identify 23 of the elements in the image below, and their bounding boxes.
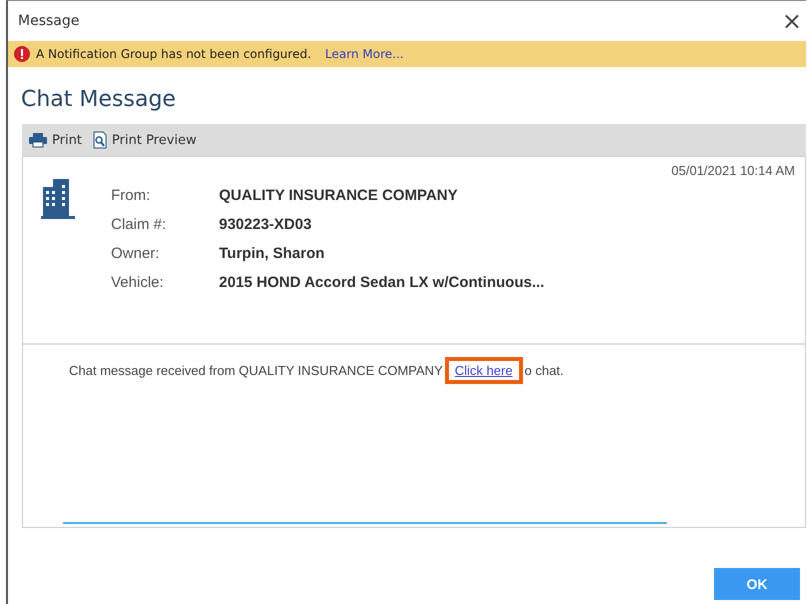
click-here-link[interactable]: Click here <box>454 363 513 378</box>
field-label: Vehicle: <box>111 274 165 291</box>
message-text: o chat. <box>524 363 564 378</box>
error-icon <box>14 46 30 62</box>
field-value: 930223-XD03 <box>219 216 313 233</box>
field-value: 2015 HOND Accord Sedan LX w/Continuous... <box>219 274 544 291</box>
printer-icon <box>28 132 48 148</box>
learn-more-link[interactable]: Learn More... <box>325 47 404 61</box>
window-title: Message <box>18 13 80 29</box>
page-heading: Chat Message <box>21 87 177 112</box>
magnifier-page-icon <box>92 131 108 149</box>
field-value: QUALITY INSURANCE COMPANY <box>219 187 459 204</box>
field-label: Claim #: <box>111 216 168 233</box>
field-value: Turpin, Sharon <box>219 245 326 262</box>
timestamp: 05/01/2021 10:14 AM <box>671 163 795 178</box>
close-button[interactable]: × <box>778 7 806 35</box>
alert-text: A Notification Group has not been configured. <box>36 47 312 61</box>
building-icon <box>41 177 75 219</box>
print-button[interactable]: Print <box>26 132 84 148</box>
field-label: Owner: <box>111 245 160 262</box>
print-preview-button[interactable]: Print Preview <box>90 131 199 149</box>
message-text: Chat message received from QUALITY INSURANCE COMPANY <box>69 363 443 378</box>
field-label: From: <box>111 187 152 204</box>
